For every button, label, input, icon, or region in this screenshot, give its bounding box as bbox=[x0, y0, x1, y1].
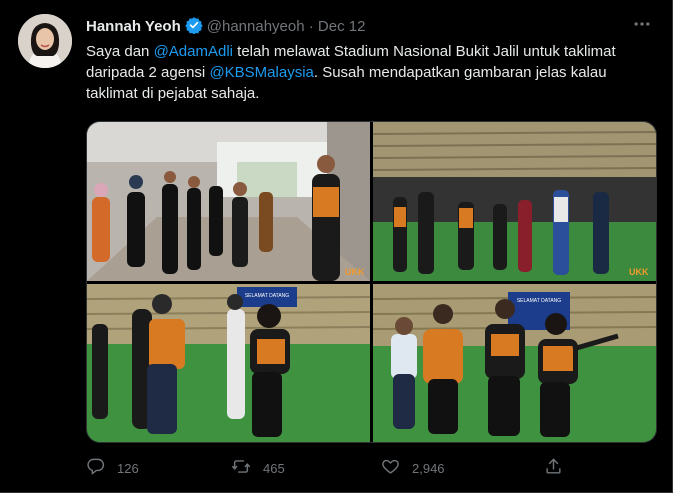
text-part: Saya dan bbox=[86, 43, 154, 60]
like-count: 2,946 bbox=[412, 460, 445, 476]
stadium-banner: SELAMAT DATANG bbox=[517, 298, 561, 304]
tweet-header: Hannah Yeoh @hannahyeoh · Dec 12 bbox=[86, 16, 365, 38]
photo-1[interactable]: UKK bbox=[87, 122, 370, 281]
mention-link[interactable]: @AdamAdli bbox=[154, 43, 233, 60]
mention-link[interactable]: @KBSMalaysia bbox=[209, 64, 313, 81]
more-horizontal-icon[interactable] bbox=[632, 14, 652, 39]
tweet-actions: 126 465 2,946 bbox=[86, 457, 656, 479]
tweet-date[interactable]: Dec 12 bbox=[318, 18, 366, 35]
tweet-text: Saya dan @AdamAdli telah melawat Stadium… bbox=[86, 41, 656, 104]
verified-badge-icon bbox=[185, 16, 203, 38]
photo-4[interactable]: SELAMAT DATANG bbox=[373, 284, 656, 442]
ukk-watermark: UKK bbox=[629, 267, 649, 277]
tweet[interactable]: Hannah Yeoh @hannahyeoh · Dec 12 Saya dan… bbox=[0, 0, 673, 493]
reply-icon bbox=[86, 457, 117, 479]
photo-2[interactable]: UKK bbox=[373, 122, 656, 281]
retweet-button[interactable]: 465 bbox=[231, 457, 285, 479]
retweet-count: 465 bbox=[263, 460, 285, 476]
heart-icon bbox=[381, 457, 412, 479]
display-name[interactable]: Hannah Yeoh bbox=[86, 18, 181, 35]
avatar[interactable] bbox=[18, 14, 72, 68]
stadium-banner: SELAMAT DATANG bbox=[245, 293, 289, 299]
photo-3[interactable]: SELAMAT DATANG bbox=[87, 284, 370, 442]
reply-count: 126 bbox=[117, 460, 139, 476]
handle[interactable]: @hannahyeoh bbox=[207, 18, 305, 35]
share-icon bbox=[544, 457, 575, 479]
reply-button[interactable]: 126 bbox=[86, 457, 139, 479]
share-button[interactable] bbox=[544, 457, 575, 479]
separator: · bbox=[308, 18, 314, 35]
like-button[interactable]: 2,946 bbox=[381, 457, 445, 479]
media-grid: UKK UKK SELAMAT DATANG SELAMAT DATANG bbox=[86, 121, 657, 443]
retweet-icon bbox=[231, 457, 263, 479]
ukk-watermark: UKK bbox=[345, 267, 365, 277]
